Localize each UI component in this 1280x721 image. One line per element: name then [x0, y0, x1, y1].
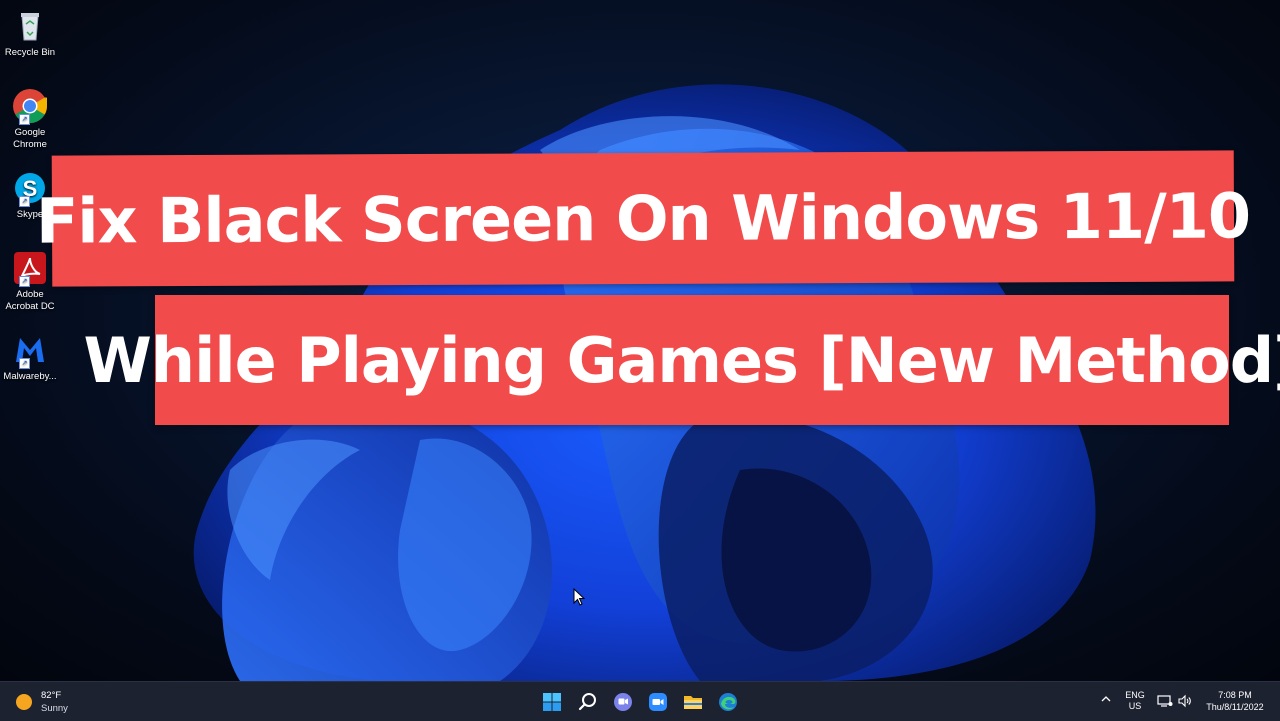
shortcut-arrow-icon: ↗ — [19, 276, 30, 287]
weather-temp: 82°F — [41, 690, 62, 701]
desktop-icon-label: Google Chrome — [13, 127, 47, 150]
desktop: Recycle Bin ↗ Google Chrome S ↗ Skype ↗ … — [0, 0, 1280, 681]
recycle-bin-icon — [12, 8, 48, 44]
shortcut-arrow-icon: ↗ — [19, 196, 30, 207]
mouse-cursor-icon — [573, 588, 585, 606]
volume-icon[interactable] — [1177, 693, 1193, 709]
edge-button[interactable] — [715, 689, 741, 715]
desktop-icon-label: Adobe Acrobat DC — [5, 289, 55, 312]
title-banner-line1: Fix Black Screen On Windows 11/10 — [36, 150, 1250, 287]
title-line2: While Playing Games [New Method] — [83, 323, 1280, 397]
weather-condition: Sunny — [41, 703, 68, 714]
file-explorer-button[interactable] — [680, 689, 706, 715]
edge-icon — [719, 693, 737, 711]
clock-time: 7:08 PM — [1218, 690, 1252, 700]
desktop-icon-label: Recycle Bin — [4, 47, 56, 58]
search-icon — [578, 693, 596, 711]
zoom-icon — [649, 693, 667, 711]
chevron-up-icon[interactable] — [1099, 692, 1113, 706]
search-button[interactable] — [575, 689, 601, 715]
malwarebytes-icon: ↗ — [12, 332, 48, 369]
teams-chat-button[interactable] — [610, 689, 636, 715]
start-icon — [543, 693, 561, 711]
shortcut-arrow-icon: ↗ — [19, 358, 30, 369]
file-explorer-icon — [684, 696, 702, 709]
desktop-icon-adobe-acrobat[interactable]: ↗ Adobe Acrobat DC — [2, 250, 58, 313]
teams-chat-icon — [614, 693, 632, 711]
desktop-icon-recycle-bin[interactable]: Recycle Bin — [2, 8, 58, 59]
language-code: ENG — [1125, 690, 1145, 700]
network-icon[interactable] — [1157, 693, 1173, 709]
taskbar: 82°F Sunny ENG US 7:08 PM Thu/8/11/2022 — [0, 681, 1280, 721]
sun-icon — [16, 694, 32, 710]
language-indicator[interactable]: ENG US — [1124, 690, 1146, 712]
shortcut-arrow-icon: ↗ — [19, 114, 30, 125]
clock-date: Thu/8/11/2022 — [1206, 702, 1264, 712]
weather-widget[interactable]: 82°F Sunny — [16, 687, 86, 717]
title-line1: Fix Black Screen On Windows 11/10 — [35, 179, 1251, 258]
language-region: US — [1128, 701, 1142, 711]
start-button[interactable] — [539, 689, 565, 715]
desktop-icon-malwarebytes[interactable]: ↗ Malwareby... — [2, 332, 58, 383]
zoom-button[interactable] — [645, 689, 671, 715]
title-banner-line2: While Playing Games [New Method] — [84, 295, 1280, 425]
desktop-icon-label: Malwareby... — [3, 371, 57, 382]
desktop-icon-google-chrome[interactable]: ↗ Google Chrome — [2, 88, 58, 151]
taskbar-clock[interactable]: 7:08 PM Thu/8/11/2022 — [1196, 689, 1274, 713]
chrome-icon: ↗ — [12, 88, 48, 125]
